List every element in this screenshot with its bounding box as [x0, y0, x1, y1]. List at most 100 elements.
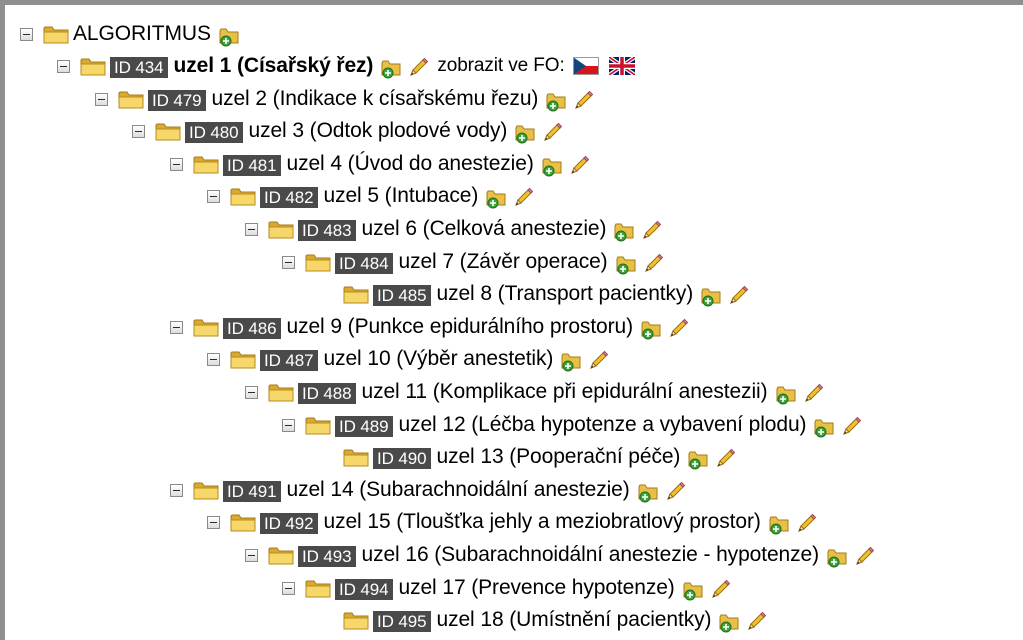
node-label[interactable]: uzel 2 (Indikace k císařskému řezu)	[212, 87, 539, 111]
pencil-edit-icon[interactable]	[708, 578, 732, 602]
node-label[interactable]: uzel 6 (Celková anestezie)	[362, 217, 607, 241]
tree-node[interactable]: ID 483 uzel 6 (Celková anestezie)	[245, 213, 666, 245]
tree-node[interactable]: ID 485 uzel 8 (Transport pacientky)	[320, 278, 753, 310]
node-id-badge: ID 486	[223, 318, 281, 339]
collapse-toggle-icon[interactable]	[245, 222, 258, 236]
collapse-toggle-icon[interactable]	[170, 157, 183, 171]
collapse-toggle-icon[interactable]	[207, 515, 220, 529]
pencil-edit-icon[interactable]	[852, 545, 876, 569]
tree-node[interactable]: ID 482 uzel 5 (Intubace)	[207, 180, 538, 212]
folder-add-icon[interactable]	[812, 415, 836, 439]
pencil-edit-icon[interactable]	[713, 447, 737, 471]
node-label[interactable]: uzel 11 (Komplikace při epidurální anest…	[362, 380, 768, 404]
collapse-toggle-icon[interactable]	[282, 581, 295, 595]
folder-icon	[305, 417, 331, 435]
node-id-badge: ID 485	[373, 285, 431, 306]
node-id-badge: ID 483	[298, 220, 356, 241]
collapse-toggle-icon[interactable]	[132, 124, 145, 138]
node-label[interactable]: uzel 16 (Subarachnoidální anestezie - hy…	[362, 543, 820, 567]
folder-add-icon[interactable]	[681, 578, 705, 602]
node-id-badge: ID 434	[110, 57, 168, 78]
node-label[interactable]: uzel 8 (Transport pacientky)	[437, 282, 694, 306]
pencil-edit-icon[interactable]	[641, 252, 665, 276]
folder-add-icon[interactable]	[484, 186, 508, 210]
node-label[interactable]: uzel 4 (Úvod do anestezie)	[287, 152, 534, 176]
folder-add-icon[interactable]	[544, 89, 568, 113]
pencil-edit-icon[interactable]	[540, 121, 564, 145]
node-label[interactable]: uzel 13 (Pooperační péče)	[437, 445, 681, 469]
node-label[interactable]: uzel 7 (Závěr operace)	[399, 250, 608, 274]
folder-add-icon[interactable]	[217, 24, 241, 48]
node-label[interactable]: uzel 15 (Tloušťka jehly a meziobratlový …	[324, 510, 761, 534]
pencil-edit-icon[interactable]	[571, 89, 595, 113]
uk-flag-icon[interactable]	[608, 57, 635, 75]
pencil-edit-icon[interactable]	[663, 480, 687, 504]
tree-node[interactable]: ID 488 uzel 11 (Komplikace při epidurální…	[245, 376, 828, 408]
pencil-edit-icon[interactable]	[567, 154, 591, 178]
collapse-toggle-icon[interactable]	[207, 189, 220, 203]
czech-flag-icon[interactable]	[572, 57, 599, 75]
node-label[interactable]: uzel 9 (Punkce epidurálního prostoru)	[287, 315, 634, 339]
tree-node[interactable]: ID 480 uzel 3 (Odtok plodové vody)	[132, 115, 567, 147]
folder-add-icon[interactable]	[559, 349, 583, 373]
collapse-toggle-icon[interactable]	[57, 59, 70, 73]
node-label[interactable]: uzel 18 (Umístnění pacientky)	[437, 608, 712, 632]
node-id-badge: ID 490	[373, 448, 431, 469]
folder-add-icon[interactable]	[636, 480, 660, 504]
folder-add-icon[interactable]	[825, 545, 849, 569]
pencil-edit-icon[interactable]	[744, 610, 768, 634]
tree-node[interactable]: ID 489 uzel 12 (Léčba hypotenze a vybaven…	[282, 409, 866, 441]
tree-node[interactable]: ID 495 uzel 18 (Umístnění pacientky)	[320, 604, 771, 636]
tree-node[interactable]: ID 491 uzel 14 (Subarachnoidální anestezi…	[170, 474, 690, 506]
pencil-edit-icon[interactable]	[406, 56, 430, 80]
tree-node[interactable]: ID 490 uzel 13 (Pooperační péče)	[320, 441, 740, 473]
tree-node[interactable]: ID 481 uzel 4 (Úvod do anestezie)	[170, 148, 594, 180]
folder-add-icon[interactable]	[513, 121, 537, 145]
pencil-edit-icon[interactable]	[794, 512, 818, 536]
node-label[interactable]: uzel 10 (Výběr anestetik)	[324, 347, 554, 371]
folder-add-icon[interactable]	[540, 154, 564, 178]
tree-node[interactable]: ID 486 uzel 9 (Punkce epidurálního prosto…	[170, 311, 693, 343]
pencil-edit-icon[interactable]	[639, 219, 663, 243]
tree-node[interactable]: ID 487 uzel 10 (Výběr anestetik)	[207, 343, 613, 375]
collapse-toggle-icon[interactable]	[245, 548, 258, 562]
collapse-toggle-icon[interactable]	[170, 320, 183, 334]
folder-add-icon[interactable]	[639, 317, 663, 341]
pencil-edit-icon[interactable]	[666, 317, 690, 341]
tree-node[interactable]: ID 479 uzel 2 (Indikace k císařskému řezu…	[95, 83, 598, 115]
folder-add-icon[interactable]	[379, 56, 403, 80]
pencil-edit-icon[interactable]	[801, 382, 825, 406]
folder-add-icon[interactable]	[612, 219, 636, 243]
tree-node[interactable]: ID 492 uzel 15 (Tloušťka jehly a meziobra…	[207, 506, 821, 538]
node-label[interactable]: uzel 17 (Prevence hypotenze)	[399, 576, 675, 600]
node-label[interactable]: uzel 5 (Intubace)	[324, 184, 479, 208]
folder-add-icon[interactable]	[699, 284, 723, 308]
collapse-toggle-icon[interactable]	[282, 418, 295, 432]
pencil-edit-icon[interactable]	[839, 415, 863, 439]
node-label[interactable]: uzel 1 (Císařský řez)	[174, 54, 374, 78]
collapse-toggle-icon[interactable]	[245, 385, 258, 399]
folder-add-icon[interactable]	[614, 252, 638, 276]
folder-add-icon[interactable]	[767, 512, 791, 536]
collapse-toggle-icon[interactable]	[282, 255, 295, 269]
folder-icon	[305, 580, 331, 598]
tree-node[interactable]: ID 494 uzel 17 (Prevence hypotenze)	[282, 572, 735, 604]
folder-add-icon[interactable]	[717, 610, 741, 634]
root-label[interactable]: ALGORITMUS	[73, 22, 211, 46]
tree-node[interactable]: ID 434 uzel 1 (Císařský řez) zobrazit ve F…	[57, 50, 645, 82]
pencil-edit-icon[interactable]	[726, 284, 750, 308]
collapse-toggle-icon[interactable]	[170, 483, 183, 497]
node-label[interactable]: uzel 3 (Odtok plodové vody)	[249, 119, 508, 143]
collapse-toggle-icon[interactable]	[95, 92, 108, 106]
node-label[interactable]: uzel 14 (Subarachnoidální anestezie)	[287, 478, 630, 502]
pencil-edit-icon[interactable]	[586, 349, 610, 373]
node-label[interactable]: uzel 12 (Léčba hypotenze a vybavení plod…	[399, 413, 807, 437]
collapse-toggle-icon[interactable]	[20, 27, 33, 41]
collapse-toggle-icon[interactable]	[207, 352, 220, 366]
tree-node[interactable]: ID 484 uzel 7 (Závěr operace)	[282, 246, 668, 278]
tree-node[interactable]: ID 493 uzel 16 (Subarachnoidální anestezi…	[245, 539, 879, 571]
folder-add-icon[interactable]	[774, 382, 798, 406]
folder-add-icon[interactable]	[686, 447, 710, 471]
pencil-edit-icon[interactable]	[511, 186, 535, 210]
tree-root[interactable]: ALGORITMUS	[20, 18, 244, 50]
